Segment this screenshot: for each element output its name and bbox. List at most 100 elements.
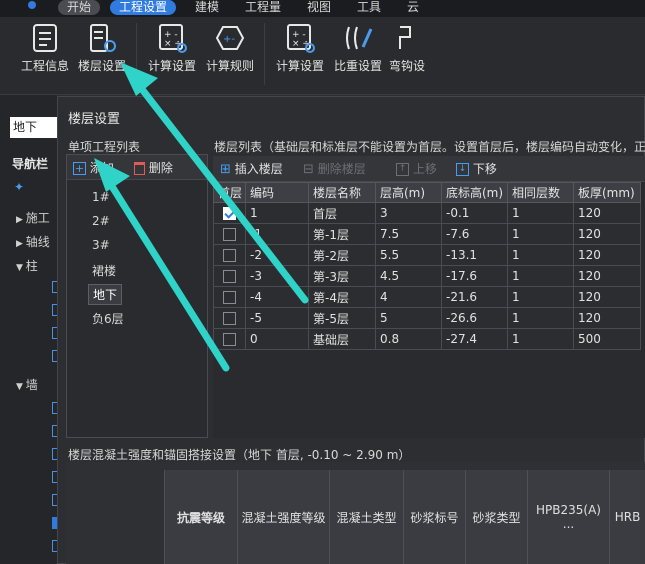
move-down-button[interactable]: ↓ 下移 [456,159,497,179]
project-item[interactable]: 2# [92,214,110,228]
move-up-button[interactable]: ↑ 上移 [396,159,437,179]
bottom-elevation-cell[interactable]: -17.6 [441,265,508,287]
floor-name-cell[interactable]: 第-2层 [308,244,376,266]
project-item-selected[interactable]: 地下 [88,284,123,305]
concrete-col-concrete-type[interactable]: 混凝土类型 [329,470,403,564]
code-cell[interactable]: -1 [245,223,309,245]
delete-project-button[interactable]: 删除 [134,158,173,178]
floor-row[interactable]: -1 第-1层 7.5 -7.6 1 120 [213,223,641,245]
same-count-cell[interactable]: 1 [507,307,574,329]
floor-select[interactable]: 地下 [10,117,58,138]
col-header-slab-thickness[interactable]: 板厚(mm) [573,182,641,203]
same-count-cell[interactable]: 1 [507,223,574,245]
tab-view[interactable]: 视图 [298,0,340,15]
col-header-bottom-elevation[interactable]: 底标高(m) [441,182,508,203]
first-floor-cell[interactable] [213,223,246,245]
bottom-elevation-cell[interactable]: -7.6 [441,223,508,245]
first-floor-checkbox-checked[interactable] [223,207,236,220]
calc-settings-2-button[interactable]: + - × ÷ 计算设置 [271,17,329,79]
code-cell[interactable]: -3 [245,265,309,287]
hook-settings-button[interactable]: 弯钩设 [387,17,427,79]
slab-thickness-cell[interactable]: 120 [573,244,641,266]
floor-settings-button[interactable]: 楼层设置 [73,17,131,79]
bottom-elevation-cell[interactable]: -0.1 [441,202,508,224]
bottom-elevation-cell[interactable]: -13.1 [441,244,508,266]
tree-item-column[interactable]: ▼ 柱 [16,257,38,274]
concrete-col-strength-grade[interactable]: 混凝土强度等级 [237,470,329,564]
slab-thickness-cell[interactable]: 120 [573,265,641,287]
project-item[interactable]: 3# [92,238,110,252]
height-cell[interactable]: 3 [375,202,442,224]
bottom-elevation-cell[interactable]: -26.6 [441,307,508,329]
calc-settings-button[interactable]: + - × ÷ 计算设置 [143,17,201,79]
floor-row[interactable]: -3 第-3层 4.5 -17.6 1 120 [213,265,641,287]
first-floor-checkbox[interactable] [223,270,236,283]
floor-name-cell[interactable]: 基础层 [308,328,376,350]
same-count-cell[interactable]: 1 [507,286,574,308]
slab-thickness-cell[interactable]: 120 [573,286,641,308]
tree-item-axis[interactable]: ▶ 轴线 [16,233,50,250]
slab-thickness-cell[interactable]: 120 [573,202,641,224]
concrete-col-hrb[interactable]: HRB [609,470,645,564]
floor-name-cell[interactable]: 第-1层 [308,223,376,245]
first-floor-checkbox[interactable] [223,228,236,241]
code-cell[interactable]: 1 [245,202,309,224]
height-cell[interactable]: 5.5 [375,244,442,266]
tab-project-settings[interactable]: 工程设置 [110,0,177,15]
calc-rules-button[interactable]: +- 计算规则 [201,17,259,79]
pin-icon[interactable]: ✦ [14,180,24,194]
concrete-col-seismic-grade[interactable]: 抗震等级 [164,470,237,564]
code-cell[interactable]: -4 [245,286,309,308]
first-floor-checkbox[interactable] [223,291,236,304]
height-cell[interactable]: 4 [375,286,442,308]
first-floor-cell[interactable] [213,244,246,266]
floor-row[interactable]: 1 首层 3 -0.1 1 120 [213,202,641,224]
first-floor-checkbox[interactable] [223,333,236,346]
insert-floor-button[interactable]: ⊞ 插入楼层 [220,159,283,179]
slab-thickness-cell[interactable]: 120 [573,307,641,329]
code-cell[interactable]: -2 [245,244,309,266]
height-cell[interactable]: 0.8 [375,328,442,350]
same-count-cell[interactable]: 1 [507,202,574,224]
project-item[interactable]: 1# [92,190,110,204]
col-header-first-floor[interactable]: 首层 [213,182,246,203]
height-cell[interactable]: 7.5 [375,223,442,245]
code-cell[interactable]: -5 [245,307,309,329]
same-count-cell[interactable]: 1 [507,265,574,287]
floor-row[interactable]: -2 第-2层 5.5 -13.1 1 120 [213,244,641,266]
slab-thickness-cell[interactable]: 500 [573,328,641,350]
floor-name-cell[interactable]: 首层 [308,202,376,224]
floor-name-cell[interactable]: 第-5层 [308,307,376,329]
project-info-button[interactable]: 工程信息 [16,17,74,79]
first-floor-cell[interactable] [213,286,246,308]
first-floor-cell[interactable] [213,307,246,329]
col-header-code[interactable]: 编码 [245,182,309,203]
floor-name-cell[interactable]: 第-4层 [308,286,376,308]
col-header-height[interactable]: 层高(m) [375,182,442,203]
density-settings-button[interactable]: 比重设置 [329,17,387,79]
tab-tools[interactable]: 工具 [348,0,390,15]
code-cell[interactable]: 0 [245,328,309,350]
first-floor-cell[interactable] [213,202,246,224]
first-floor-cell[interactable] [213,265,246,287]
concrete-col-hpb235[interactable]: HPB235(A) ... [527,470,609,564]
col-header-same-count[interactable]: 相同层数 [507,182,574,203]
height-cell[interactable]: 4.5 [375,265,442,287]
tree-item-wall[interactable]: ▼ 墙 [16,376,38,393]
tree-item-construction[interactable]: ▶ 施工 [16,209,50,226]
height-cell[interactable]: 5 [375,307,442,329]
floor-row[interactable]: -5 第-5层 5 -26.6 1 120 [213,307,641,329]
first-floor-cell[interactable] [213,328,246,350]
bottom-elevation-cell[interactable]: -21.6 [441,286,508,308]
tab-cloud[interactable]: 云 [398,0,428,15]
floor-row[interactable]: 0 基础层 0.8 -27.4 1 500 [213,328,641,350]
floor-name-cell[interactable]: 第-3层 [308,265,376,287]
first-floor-checkbox[interactable] [223,312,236,325]
col-header-floor-name[interactable]: 楼层名称 [308,182,376,203]
tab-quantity[interactable]: 工程量 [236,0,290,15]
project-item[interactable]: 裙楼 [92,262,116,279]
bottom-elevation-cell[interactable]: -27.4 [441,328,508,350]
concrete-col-mortar-grade[interactable]: 砂浆标号 [403,470,465,564]
floor-row[interactable]: -4 第-4层 4 -21.6 1 120 [213,286,641,308]
same-count-cell[interactable]: 1 [507,244,574,266]
